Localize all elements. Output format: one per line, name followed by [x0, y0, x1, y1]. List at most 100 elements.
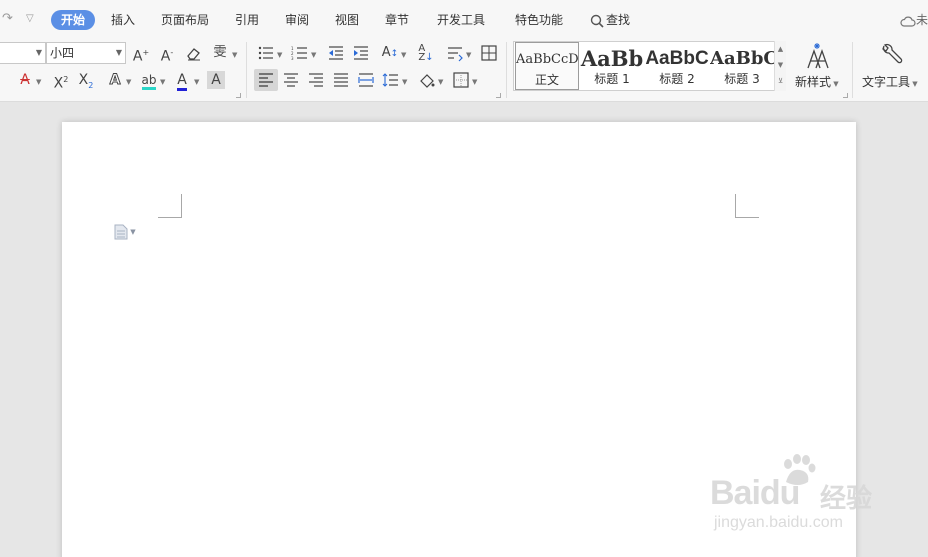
- redo-icon[interactable]: ↷: [2, 11, 13, 26]
- align-center-icon[interactable]: [282, 71, 300, 89]
- tab-special-features[interactable]: 特色功能: [515, 10, 563, 30]
- chevron-down-icon[interactable]: ▼: [126, 78, 131, 86]
- chevron-down-icon[interactable]: ▼: [160, 78, 165, 86]
- group-separator: [246, 42, 247, 98]
- scroll-up-icon[interactable]: ▲: [775, 41, 786, 57]
- tab-page-layout[interactable]: 页面布局: [161, 10, 209, 30]
- tab-home[interactable]: 开始: [51, 10, 96, 30]
- cloud-icon: [900, 16, 916, 27]
- justify-icon[interactable]: [332, 71, 350, 89]
- cloud-sync-status[interactable]: 未: [900, 11, 928, 28]
- margin-corner-mark-right: [735, 194, 759, 218]
- chevron-down-icon[interactable]: ▼: [472, 78, 477, 86]
- chevron-down-icon[interactable]: ▼: [402, 78, 407, 86]
- clear-format-icon[interactable]: [185, 44, 203, 62]
- expand-gallery-icon[interactable]: ⊻: [775, 73, 786, 89]
- new-style-label: 新样式: [795, 75, 832, 89]
- show-hide-marks-icon[interactable]: [446, 44, 464, 62]
- document-icon: [114, 224, 128, 240]
- margin-corner-mark-left: [158, 194, 182, 218]
- sort-icon[interactable]: A Z↓: [417, 44, 435, 63]
- style-heading-2[interactable]: AaBbC 标题 2: [645, 42, 709, 90]
- bullet-list-icon[interactable]: [257, 44, 275, 62]
- style-name: 正文: [534, 73, 559, 87]
- styles-dialog-launcher-icon[interactable]: [843, 93, 848, 98]
- tab-developer-tools[interactable]: 开发工具: [437, 10, 485, 30]
- chevron-down-icon[interactable]: ▼: [232, 51, 237, 59]
- style-name: 标题 2: [659, 72, 695, 86]
- text-tools-button[interactable]: 文字工具 ▼: [862, 42, 918, 90]
- search-label: 查找: [606, 13, 631, 27]
- paragraph-options-button[interactable]: ▼: [114, 224, 136, 240]
- tab-review[interactable]: 审阅: [285, 10, 309, 30]
- table-layout-icon[interactable]: [480, 44, 498, 62]
- group-separator: [506, 42, 507, 98]
- chevron-down-icon: ▼: [115, 48, 122, 57]
- align-left-icon[interactable]: [254, 69, 278, 91]
- watermark-url: jingyan.baidu.com: [714, 514, 843, 531]
- wrench-icon: [882, 43, 903, 64]
- font-name-combo[interactable]: ▼: [0, 42, 46, 64]
- strikethrough-icon[interactable]: A: [16, 71, 34, 89]
- chevron-down-icon[interactable]: ▼: [438, 78, 443, 86]
- font-size-value: 小四: [50, 46, 75, 60]
- watermark: Baidu 经验 jingyan.baidu.com: [700, 452, 890, 542]
- tab-view[interactable]: 视图: [335, 10, 359, 30]
- tab-references[interactable]: 引用: [235, 10, 259, 30]
- search-icon: [590, 14, 604, 28]
- chevron-down-icon[interactable]: ▼: [36, 78, 41, 86]
- search-button[interactable]: 查找: [590, 10, 630, 30]
- highlight-icon[interactable]: ab: [140, 71, 158, 90]
- watermark-brand: Baidu: [710, 474, 800, 512]
- distributed-align-icon[interactable]: [357, 71, 375, 89]
- tab-chapter[interactable]: 章节: [385, 10, 409, 30]
- text-tools-label: 文字工具: [862, 75, 911, 89]
- increase-indent-icon[interactable]: [352, 44, 370, 62]
- font-size-combo[interactable]: 小四 ▼: [46, 42, 126, 64]
- chevron-down-icon: ▼: [910, 80, 918, 88]
- styles-gallery-scroll[interactable]: ▲ ▼ ⊻: [774, 41, 786, 91]
- chevron-down-icon: ▼: [128, 228, 136, 236]
- text-direction-icon[interactable]: A↕: [381, 44, 399, 62]
- character-shading-icon[interactable]: A: [207, 71, 225, 89]
- style-heading-1[interactable]: AaBb 标题 1: [580, 42, 644, 90]
- paragraph-dialog-launcher-icon[interactable]: [496, 93, 501, 98]
- numbered-list-icon[interactable]: 123: [291, 44, 309, 62]
- style-sample: AaBbC: [645, 48, 709, 69]
- chevron-down-icon: ▼: [35, 48, 42, 57]
- superscript-icon[interactable]: X2: [52, 71, 70, 92]
- chevron-down-icon[interactable]: ▼: [277, 51, 282, 59]
- phonetic-guide-icon[interactable]: 雯: [211, 44, 229, 62]
- chevron-down-icon[interactable]: ▼: [466, 51, 471, 59]
- styles-gallery: AaBbCcDd 正文 AaBb 标题 1 AaBbC 标题 2 AaBbC 标…: [513, 41, 785, 91]
- style-heading-3[interactable]: AaBbC 标题 3: [710, 42, 774, 90]
- subscript-icon[interactable]: X2: [77, 71, 95, 90]
- chevron-down-icon[interactable]: ▼: [401, 51, 406, 59]
- style-sample: AaBbCcDd: [516, 52, 578, 67]
- font-dialog-launcher-icon[interactable]: [236, 93, 241, 98]
- quick-access-dropdown-icon[interactable]: ▽: [26, 13, 34, 24]
- scroll-down-icon[interactable]: ▼: [775, 57, 786, 73]
- decrease-indent-icon[interactable]: [327, 44, 345, 62]
- chevron-down-icon: ▼: [831, 80, 839, 88]
- group-separator: [852, 42, 853, 98]
- borders-icon[interactable]: [452, 71, 470, 89]
- cloud-status-label: 未: [916, 13, 928, 27]
- menu-tab-bar: ↷ ▽ 开始 插入 页面布局 引用 审阅 视图 章节 开发工具 特色功能 查找 …: [0, 0, 928, 38]
- align-right-icon[interactable]: [307, 71, 325, 89]
- new-style-button[interactable]: 新样式 ▼: [795, 42, 839, 90]
- font-color-icon[interactable]: A: [173, 71, 191, 91]
- tab-insert[interactable]: 插入: [111, 10, 135, 30]
- shrink-font-icon[interactable]: A-: [158, 44, 176, 65]
- text-effects-icon[interactable]: A: [106, 71, 124, 89]
- style-name: 标题 3: [724, 72, 760, 86]
- style-normal[interactable]: AaBbCcDd 正文: [515, 42, 579, 90]
- ribbon-toolbar: ▼ 小四 ▼ A+ A- 雯 ▼ A ▼ X2 X2 A ▼ ab ▼ A ▼ A…: [0, 38, 928, 102]
- chevron-down-icon[interactable]: ▼: [194, 78, 199, 86]
- shading-icon[interactable]: [418, 71, 436, 89]
- line-spacing-icon[interactable]: [382, 71, 400, 89]
- grow-font-icon[interactable]: A+: [132, 44, 150, 65]
- style-sample: AaBb: [580, 46, 644, 71]
- chevron-down-icon[interactable]: ▼: [311, 51, 316, 59]
- svg-text:3: 3: [291, 56, 294, 61]
